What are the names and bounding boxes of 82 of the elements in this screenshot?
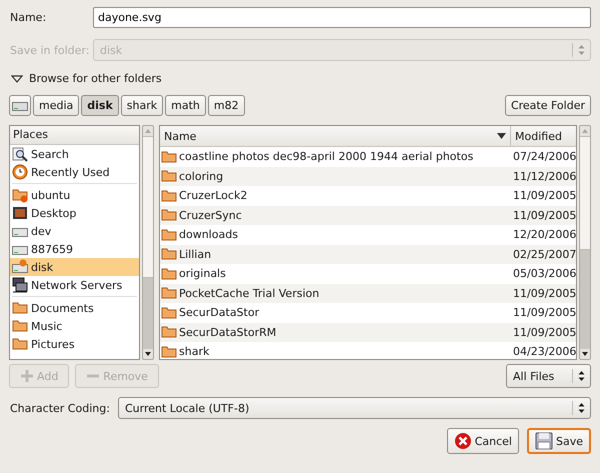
file-name[interactable]: SecurDataStorRM bbox=[179, 326, 276, 339]
save-in-folder-label: Save in folder: bbox=[9, 44, 90, 56]
file-name[interactable]: downloads bbox=[179, 228, 238, 242]
modified-date: 11/09/2005 bbox=[513, 306, 576, 320]
path-button[interactable]: shark bbox=[120, 95, 164, 116]
places-item[interactable]: Network Servers bbox=[10, 276, 139, 294]
folder-icon bbox=[161, 286, 177, 300]
plus-icon bbox=[20, 369, 34, 383]
path-button[interactable]: media bbox=[33, 95, 80, 116]
drive-button[interactable] bbox=[9, 95, 31, 116]
clock-icon bbox=[12, 164, 28, 180]
places-item[interactable]: dev bbox=[10, 222, 139, 240]
up-down-arrows-icon bbox=[578, 402, 585, 414]
character-coding-dropdown[interactable]: Current Locale (UTF-8) bbox=[118, 397, 591, 419]
places-item[interactable]: Music bbox=[10, 317, 139, 335]
browse-label[interactable]: Browse for other folders bbox=[29, 72, 162, 85]
scrollbar[interactable] bbox=[579, 125, 591, 360]
scrollbar[interactable] bbox=[142, 125, 154, 360]
folder-icon bbox=[161, 169, 177, 184]
path-button[interactable]: m82 bbox=[208, 95, 245, 116]
expander-icon[interactable] bbox=[11, 74, 23, 84]
file-name[interactable]: SecurDataStor bbox=[179, 306, 260, 320]
desktop-icon bbox=[12, 205, 28, 221]
folder-icon bbox=[161, 188, 177, 203]
modified-date: 05/03/2006 bbox=[513, 267, 576, 280]
file-name[interactable]: shark bbox=[179, 345, 210, 358]
places-header[interactable]: Places bbox=[10, 126, 139, 145]
file-name[interactable]: coastline photos dec98-april 2000 1944 aerial photos bbox=[179, 150, 474, 164]
file-name[interactable]: PocketCache Trial Version bbox=[179, 286, 320, 300]
file-name[interactable]: CruzerLock2 bbox=[179, 189, 248, 202]
modified-date: 11/09/2005 bbox=[513, 189, 576, 202]
name-column-header[interactable]: Name bbox=[160, 126, 511, 146]
modified-date: 11/09/2005 bbox=[513, 326, 576, 339]
name-label: Name: bbox=[9, 11, 48, 24]
modified-date: 02/25/2007 bbox=[513, 248, 576, 261]
modified-date: 11/12/2006 bbox=[513, 170, 576, 183]
folder-icon bbox=[161, 228, 177, 242]
cancel-button[interactable]: Cancel bbox=[446, 428, 519, 454]
modified-date: 11/09/2005 bbox=[513, 286, 576, 300]
folder-icon bbox=[12, 318, 28, 334]
sort-arrow-icon bbox=[497, 133, 506, 139]
modified-date: 07/24/2006 bbox=[513, 150, 576, 164]
save-button[interactable]: Save bbox=[526, 428, 591, 454]
modified-date: 04/23/2006 bbox=[513, 345, 576, 358]
places-item[interactable]: Recently Used bbox=[10, 163, 139, 181]
folder-icon bbox=[161, 325, 177, 340]
folder-icon bbox=[161, 266, 177, 281]
modified-column-header[interactable]: Modified bbox=[511, 126, 576, 146]
file-name[interactable]: Lillian bbox=[179, 248, 212, 261]
places-item[interactable]: ubuntu bbox=[10, 186, 139, 204]
path-button[interactable]: disk bbox=[81, 95, 119, 116]
places-item[interactable]: 887659 bbox=[10, 240, 139, 258]
file-name[interactable]: CruzerSync bbox=[179, 208, 242, 222]
drive-icon bbox=[12, 100, 28, 112]
places-item[interactable]: Documents bbox=[10, 299, 139, 317]
cancel-icon bbox=[454, 432, 472, 450]
character-coding-label: Character Coding: bbox=[9, 402, 111, 414]
drive-icon bbox=[12, 259, 28, 275]
places-item[interactable]: Search bbox=[10, 145, 139, 163]
places-item[interactable]: disk bbox=[10, 258, 139, 276]
up-down-arrows-icon bbox=[578, 44, 585, 56]
path-button[interactable]: math bbox=[165, 95, 206, 116]
modified-date: 11/09/2005 bbox=[513, 208, 576, 222]
create-folder-button[interactable]: Create Folder bbox=[504, 95, 591, 116]
name-field[interactable]: dayone.svg bbox=[93, 7, 591, 28]
folder-icon bbox=[161, 247, 177, 262]
folder-icon bbox=[161, 306, 177, 320]
up-down-arrows-icon bbox=[578, 370, 585, 382]
magnifier-icon bbox=[12, 146, 28, 162]
places-item[interactable]: Desktop bbox=[10, 204, 139, 222]
folder-icon bbox=[161, 208, 177, 222]
folder-icon bbox=[12, 336, 28, 352]
folder-icon bbox=[12, 300, 28, 316]
network-icon bbox=[12, 277, 28, 293]
file-name[interactable]: originals bbox=[179, 267, 226, 280]
file-type-dropdown[interactable]: All Files bbox=[506, 364, 591, 388]
file-name[interactable]: coloring bbox=[179, 170, 224, 183]
folder-icon bbox=[161, 150, 177, 164]
home-folder-icon bbox=[12, 187, 28, 203]
places-item[interactable]: Pictures bbox=[10, 335, 139, 353]
modified-date: 12/20/2006 bbox=[513, 228, 576, 242]
folder-icon bbox=[161, 344, 177, 359]
